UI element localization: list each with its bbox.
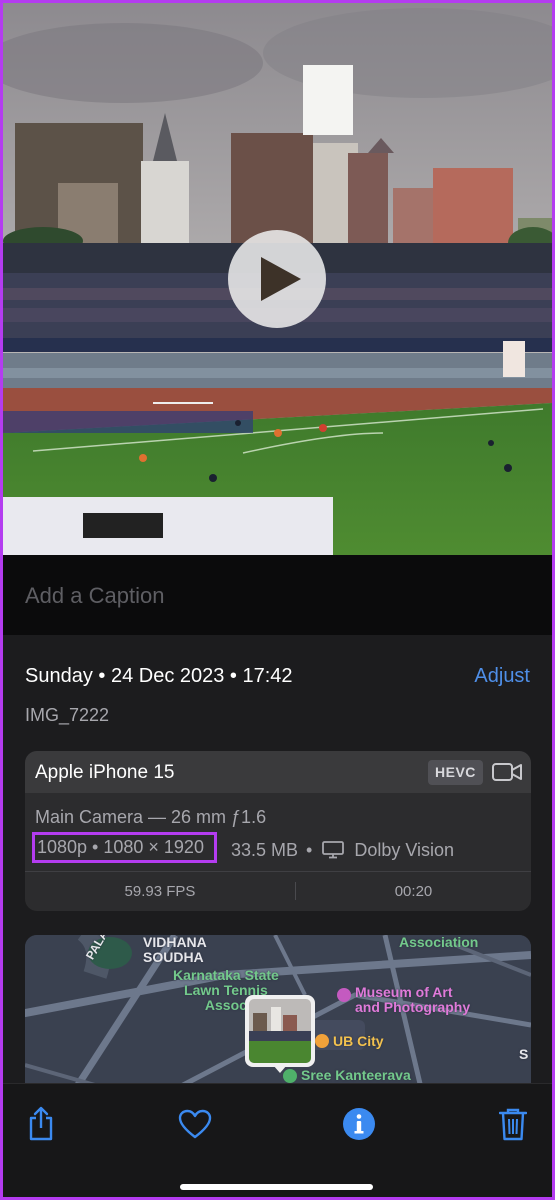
map-label-ubcity: UB City	[333, 1033, 384, 1049]
map-label-kanteerava: Sree Kanteerava	[301, 1067, 411, 1083]
photo-info-screen: Sunday • 24 Dec 2023 • 17:42 Adjust IMG_…	[0, 0, 555, 1200]
device-footer: 59.93 FPS 00:20	[25, 871, 531, 911]
bottom-toolbar	[3, 1083, 552, 1197]
map-label-museum: Museum of Art and Photography	[355, 984, 471, 1015]
trash-icon	[499, 1108, 527, 1141]
info-icon	[343, 1108, 375, 1140]
video-duration: 00:20	[394, 883, 433, 900]
camera-lens-info: Main Camera — 26 mm ƒ1.6	[35, 807, 267, 827]
capture-date: Sunday • 24 Dec 2023 • 17:42	[25, 665, 293, 687]
file-size: 33.5 MB	[230, 839, 299, 860]
caption-section	[3, 555, 552, 635]
video-preview[interactable]	[3, 3, 552, 555]
file-name: IMG_7222	[25, 705, 110, 725]
heart-icon	[178, 1109, 212, 1139]
location-photo-thumbnail[interactable]	[245, 995, 315, 1073]
shopping-pin-icon	[315, 1034, 329, 1048]
info-panel: Sunday • 24 Dec 2023 • 17:42 Adjust IMG_…	[3, 635, 552, 1105]
museum-pin-icon	[337, 988, 351, 1002]
adjust-button[interactable]: Adjust	[474, 665, 530, 688]
map-label-vidhana: VIDHANA SOUDHA	[143, 935, 207, 965]
frame-rate: 59.93 FPS	[124, 883, 196, 900]
play-icon	[261, 257, 301, 301]
share-icon	[29, 1106, 53, 1141]
device-name: Apple iPhone 15	[35, 762, 175, 783]
delete-button[interactable]	[493, 1104, 533, 1144]
map-label-edge: S	[519, 1046, 529, 1062]
map-label-association: Association	[399, 935, 479, 950]
video-camera-icon	[492, 763, 522, 781]
device-details-card: Apple iPhone 15 HEVC Main Camera — 26 mm…	[25, 751, 531, 911]
play-button[interactable]	[228, 230, 326, 328]
separator-dot: •	[306, 839, 313, 860]
format-badge: HEVC	[428, 760, 483, 785]
caption-input[interactable]	[25, 583, 525, 609]
share-button[interactable]	[21, 1104, 61, 1144]
resolution-highlight: 1080p • 1080 × 1920	[32, 832, 217, 863]
favorite-button[interactable]	[175, 1104, 215, 1144]
home-indicator[interactable]	[180, 1184, 373, 1190]
thumbnail-image	[249, 999, 311, 1063]
video-specs: 1080p • 1080 × 1920 33.5 MB • Dolby Visi…	[32, 832, 455, 863]
display-icon	[322, 841, 345, 859]
hdr-format: Dolby Vision	[354, 839, 455, 860]
device-header: Apple iPhone 15 HEVC	[25, 751, 531, 793]
resolution: 1080p • 1080 × 1920	[37, 837, 204, 857]
location-map[interactable]: VIDHANA SOUDHA Association Karnataka Stat…	[25, 935, 531, 1105]
info-button[interactable]	[339, 1104, 379, 1144]
